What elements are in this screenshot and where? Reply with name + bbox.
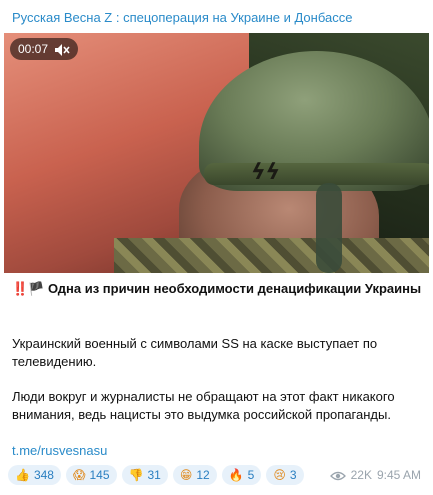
post-paragraph-2: Люди вокруг и журналисты не обращают на … [12, 389, 395, 422]
cry-icon: 😢 [273, 468, 286, 482]
reaction-grin[interactable]: 😁 12 [172, 465, 217, 485]
channel-name-link[interactable]: Русская Весна Z : спецоперация на Украин… [12, 10, 422, 25]
post-time: 9:45 AM [376, 468, 421, 482]
channel-link[interactable]: t.me/rusvesnasu [12, 442, 422, 460]
ss-symbol: ϟϟ [248, 160, 283, 185]
reaction-count: 31 [147, 468, 161, 482]
helmet-rim [204, 163, 429, 185]
mute-icon[interactable] [54, 42, 70, 56]
camouflage-uniform [114, 238, 429, 273]
post-paragraph-1: Украинский военный с символами SS на кас… [12, 336, 378, 369]
view-count: 22K [350, 468, 372, 482]
eye-icon [329, 470, 346, 481]
headline-emoji: ‼️🏴 [12, 282, 45, 297]
thumbs-up-icon: 👍 [15, 468, 30, 482]
video-timer-badge[interactable]: 00:07 [10, 38, 79, 60]
post-headline: ‼️🏴 Одна из причин необходимости денациф… [12, 280, 422, 299]
reaction-cry[interactable]: 😢 3 [266, 465, 304, 485]
channel-post: Русская Весна Z : спецоперация на Украин… [0, 0, 433, 495]
post-meta: 22K 9:45 AM [329, 468, 421, 482]
helmet-strap [316, 183, 342, 273]
reactions-bar: 👍 348 😱 145 👎 31 😁 12 🔥 5 😢 3 [8, 465, 304, 485]
reaction-count: 5 [247, 468, 255, 482]
scream-icon: 😱 [72, 468, 86, 482]
reaction-thumbs-up[interactable]: 👍 348 [8, 465, 61, 485]
thumbs-down-icon: 👎 [128, 468, 144, 482]
grin-icon: 😁 [179, 468, 193, 482]
reaction-count: 145 [89, 468, 110, 482]
headline-text: Одна из причин необходимости денацификац… [48, 281, 422, 296]
reaction-count: 3 [289, 468, 297, 482]
reaction-count: 348 [33, 468, 54, 482]
reaction-fire[interactable]: 🔥 5 [221, 465, 262, 485]
reaction-count: 12 [196, 468, 210, 482]
fire-icon: 🔥 [228, 468, 244, 482]
video-duration: 00:07 [18, 42, 49, 56]
video-player[interactable]: ϟϟ 00:07 [4, 33, 429, 273]
reaction-scream[interactable]: 😱 145 [65, 465, 117, 485]
reaction-thumbs-down[interactable]: 👎 31 [121, 465, 168, 485]
